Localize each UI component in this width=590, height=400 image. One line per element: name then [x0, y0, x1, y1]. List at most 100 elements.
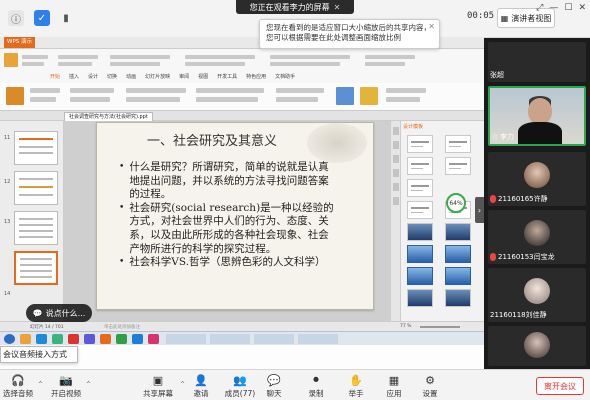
template-item[interactable]: [407, 289, 433, 307]
template-item[interactable]: [445, 135, 471, 153]
zoom-slider[interactable]: [420, 326, 460, 328]
app-icon[interactable]: [148, 334, 159, 344]
side-tool-icon[interactable]: [392, 141, 399, 149]
ribbon-tool[interactable]: [365, 62, 405, 66]
ribbon-tab[interactable]: 文档助手: [275, 73, 295, 82]
taskbar-task[interactable]: [210, 334, 250, 344]
ribbon-tool[interactable]: [386, 97, 420, 102]
paste-icon[interactable]: [4, 53, 18, 67]
ribbon-tool[interactable]: [58, 62, 92, 66]
side-tool-icon[interactable]: [392, 197, 399, 205]
template-item[interactable]: [407, 157, 433, 175]
template-item[interactable]: [445, 245, 471, 263]
notes-placeholder[interactable]: 单击此处添加备注: [104, 324, 140, 330]
audio-button[interactable]: 🎧 选择音频: [0, 373, 36, 399]
template-item[interactable]: [445, 267, 471, 285]
maximize-icon[interactable]: ☐: [564, 3, 572, 13]
ribbon-tool[interactable]: [126, 97, 180, 102]
participant-card[interactable]: 21160153闫宝龙: [488, 210, 586, 264]
expand-panel-icon[interactable]: ›: [475, 197, 484, 223]
template-item[interactable]: [407, 267, 433, 285]
template-item[interactable]: [407, 201, 433, 219]
signal-icon[interactable]: ▮: [58, 10, 74, 26]
template-item[interactable]: [445, 223, 471, 241]
ribbon-tool[interactable]: [276, 97, 318, 102]
ribbon-tool[interactable]: [70, 97, 110, 102]
video-button[interactable]: 📷 开启视频: [48, 373, 84, 399]
ribbon-tool[interactable]: [185, 62, 245, 66]
ribbon-tool[interactable]: [196, 97, 258, 102]
tip-close-icon[interactable]: ✕: [428, 22, 435, 32]
participant-card[interactable]: 张超: [488, 42, 586, 82]
app-icon[interactable]: [68, 334, 79, 344]
start-icon[interactable]: [4, 334, 15, 344]
apps-button[interactable]: ▦ 应用: [376, 373, 412, 399]
zoom-level[interactable]: 77 %: [400, 324, 411, 329]
chat-bubble[interactable]: 💬 说点什么...: [26, 304, 92, 322]
slide-thumbnail-selected[interactable]: [14, 251, 58, 285]
ribbon-tool[interactable]: [270, 55, 350, 59]
participant-card[interactable]: 21160165许静: [488, 152, 586, 206]
ribbon-tool[interactable]: [6, 87, 24, 105]
template-item[interactable]: [445, 289, 471, 307]
leave-meeting-button[interactable]: 离开会议: [536, 377, 584, 395]
wps-app-tab[interactable]: WPS 演示: [4, 37, 35, 48]
ribbon-tab[interactable]: 动画: [126, 73, 136, 82]
ribbon-tab[interactable]: 审阅: [179, 73, 189, 82]
app-icon[interactable]: [100, 334, 111, 344]
participant-card-active-speaker[interactable]: 李力: [488, 86, 586, 146]
side-tool-icon[interactable]: [392, 169, 399, 177]
folder-icon[interactable]: [20, 334, 31, 344]
ribbon-tab[interactable]: 插入: [69, 73, 79, 82]
ribbon-tab[interactable]: 切换: [107, 73, 117, 82]
ribbon-tab[interactable]: 特色应用: [246, 73, 266, 82]
settings-button[interactable]: ⚙ 设置: [412, 373, 448, 399]
app-icon[interactable]: [116, 334, 127, 344]
ribbon-tab[interactable]: 视图: [198, 73, 208, 82]
taskbar-task[interactable]: [166, 334, 206, 344]
minimize-icon[interactable]: —: [549, 3, 558, 13]
taskbar-task[interactable]: [298, 334, 338, 344]
app-icon[interactable]: [52, 334, 63, 344]
close-window-icon[interactable]: ✕: [578, 3, 586, 13]
side-tool-icon[interactable]: [392, 155, 399, 163]
ribbon-tool[interactable]: [58, 55, 98, 59]
members-button[interactable]: 👥 成员(77): [220, 373, 260, 399]
ribbon-tool[interactable]: [386, 88, 426, 93]
template-item[interactable]: [407, 135, 433, 153]
ribbon-tool[interactable]: [110, 62, 160, 66]
raise-hand-button[interactable]: ✋ 举手: [338, 373, 374, 399]
share-screen-button[interactable]: ▣ 共享屏幕: [138, 373, 178, 399]
invite-button[interactable]: 👤 邀请: [183, 373, 219, 399]
chevron-up-icon[interactable]: ^: [38, 381, 43, 388]
ribbon-tool[interactable]: [30, 97, 56, 102]
template-item[interactable]: [407, 179, 433, 197]
template-item[interactable]: [407, 245, 433, 263]
ribbon-tab[interactable]: 开始: [50, 73, 60, 82]
template-item[interactable]: [407, 223, 433, 241]
slide-thumbnail[interactable]: [14, 171, 58, 205]
close-icon[interactable]: ✕: [334, 3, 341, 12]
chat-button[interactable]: 💬 聊天: [256, 373, 292, 399]
ribbon-tab[interactable]: 开发工具: [217, 73, 237, 82]
document-tab[interactable]: 社会调查研究与方法(社会研究).ppt: [64, 112, 153, 121]
participant-card[interactable]: 21160118刘佳静: [488, 268, 586, 322]
ribbon-tool[interactable]: [276, 88, 324, 93]
slide-thumbnail[interactable]: [14, 131, 58, 165]
ribbon-tool[interactable]: [365, 55, 415, 59]
taskbar-task[interactable]: [254, 334, 294, 344]
ribbon-tool[interactable]: [110, 55, 170, 59]
chevron-up-icon[interactable]: ^: [86, 381, 91, 388]
ribbon-tool[interactable]: [196, 88, 264, 93]
ribbon-tool[interactable]: [30, 88, 60, 93]
ribbon-tool[interactable]: [126, 88, 186, 93]
ribbon-tool[interactable]: [360, 87, 378, 105]
ribbon-tool[interactable]: [270, 62, 340, 66]
app-icon[interactable]: [36, 334, 47, 344]
record-button[interactable]: ⏺ 录制: [298, 373, 334, 399]
side-tool-icon[interactable]: [392, 183, 399, 191]
ribbon-tool[interactable]: [22, 55, 48, 59]
participant-card[interactable]: [488, 326, 586, 366]
info-icon[interactable]: ⓘ: [8, 10, 24, 26]
slide-thumbnail[interactable]: [14, 211, 58, 245]
